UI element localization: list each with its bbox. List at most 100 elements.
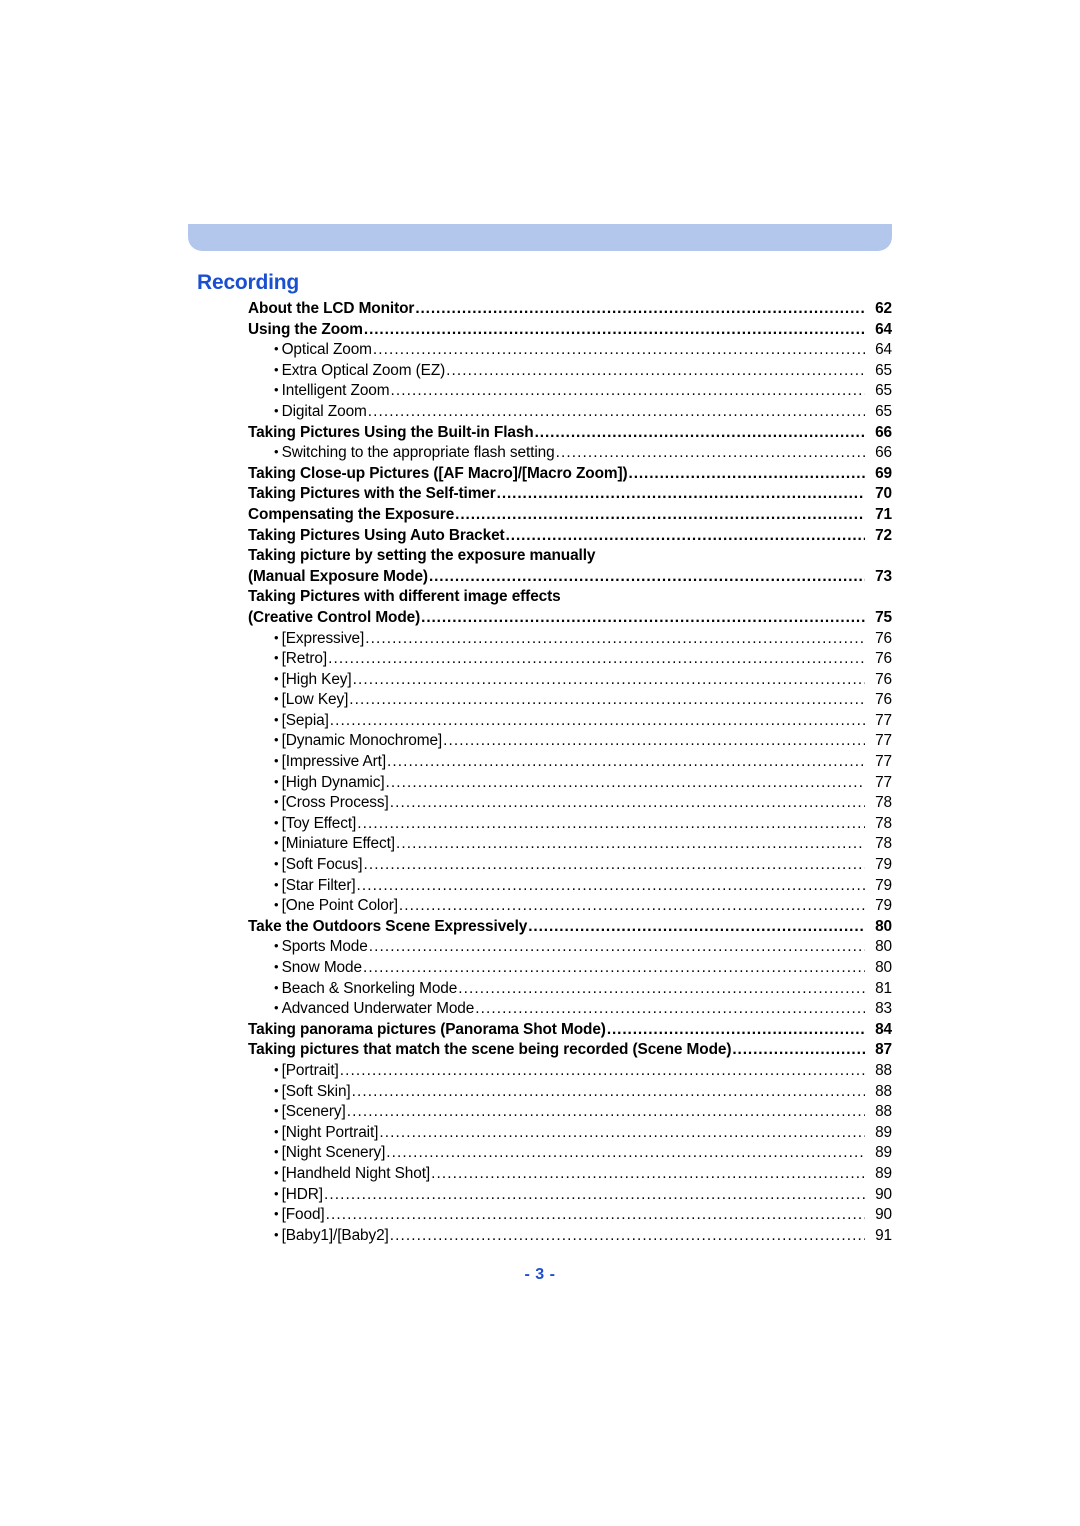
toc-entry-chapter[interactable]: Taking Pictures with the Self-timer.....… [248, 485, 892, 506]
bullet-icon: • [274, 959, 279, 974]
page-title: Recording [197, 271, 300, 294]
toc-dot-leader: ........................................… [357, 814, 865, 832]
toc-dot-leader: ........................................… [415, 300, 865, 317]
toc-entry-topic[interactable]: • [Night Portrait].......................… [274, 1124, 892, 1145]
toc-entry-topic[interactable]: • [Food].................................… [274, 1206, 892, 1227]
toc-entry-page-number: 80 [875, 917, 892, 935]
toc-entry-label: [High Key] [281, 670, 352, 688]
toc-entry-label: Intelligent Zoom [281, 382, 390, 400]
toc-dot-leader: ........................................… [606, 1020, 865, 1038]
toc-entry-label: [Impressive Art] [281, 753, 387, 771]
toc-dot-leader: ........................................… [362, 959, 865, 976]
toc-entry-label: Taking Pictures with the Self-timer [248, 485, 496, 503]
toc-entry-topic[interactable]: • Extra Optical Zoom (EZ)................… [274, 362, 892, 383]
toc-dot-leader: ........................................… [329, 711, 865, 729]
toc-entry-topic[interactable]: • [Toy Effect]...........................… [274, 815, 892, 836]
toc-dot-leader: ........................................… [387, 753, 865, 771]
toc-entry-chapter[interactable]: Taking Pictures with different image eff… [248, 588, 892, 609]
toc-entry-chapter[interactable]: Take the Outdoors Scene Expressively....… [248, 918, 892, 939]
bullet-icon: • [274, 897, 279, 913]
toc-entry-topic[interactable]: • Beach & Snorkeling Mode................… [274, 980, 892, 1001]
bullet-icon: • [274, 1164, 279, 1180]
toc-entry-topic[interactable]: • [Impressive Art].......................… [274, 753, 892, 774]
bullet-icon: • [274, 341, 279, 357]
toc-entry-topic[interactable]: • [One Point Color]......................… [274, 897, 892, 918]
toc-dot-leader: ........................................… [325, 1206, 865, 1224]
toc-dot-leader: ........................................… [356, 876, 865, 894]
toc-entry-topic[interactable]: • Digital Zoom...........................… [274, 403, 892, 424]
toc-entry-topic[interactable]: • Advanced Underwater Mode...............… [274, 1000, 892, 1021]
toc-entry-page-number: 77 [875, 753, 892, 771]
toc-entry-topic[interactable]: • Sports Mode............................… [274, 938, 892, 959]
toc-entry-label: [Retro] [281, 650, 328, 668]
toc-entry-topic[interactable]: • [Star Filter]..........................… [274, 877, 892, 898]
toc-entry-label: [Star Filter] [281, 876, 356, 894]
toc-dot-leader: ........................................… [323, 1185, 865, 1203]
toc-entry-page-number: 65 [875, 402, 892, 420]
toc-entry-chapter[interactable]: Taking picture by setting the exposure m… [248, 547, 892, 568]
toc-dot-leader: ........................................… [446, 361, 865, 379]
toc-entry-label: [Dynamic Monochrome] [281, 732, 443, 750]
toc-entry-chapter[interactable]: Using the Zoom..........................… [248, 321, 892, 342]
toc-entry-label: Taking Pictures with different image eff… [248, 588, 561, 606]
bullet-icon: • [274, 856, 279, 872]
toc-entry-chapter[interactable]: Taking Close-up Pictures ([AF Macro]/[Ma… [248, 465, 892, 486]
toc-dot-leader: ........................................… [455, 505, 865, 523]
toc-entry-page-number: 65 [875, 361, 892, 379]
toc-dot-leader: ........................................… [363, 320, 865, 338]
toc-entry-topic[interactable]: • Intelligent Zoom.......................… [274, 382, 892, 403]
toc-entry-label: Taking pictures that match the scene bei… [248, 1041, 732, 1059]
bullet-icon: • [274, 1082, 279, 1098]
toc-entry-topic[interactable]: • [Expressive]...........................… [274, 630, 892, 651]
toc-entry-label: Using the Zoom [248, 320, 363, 338]
toc-entry-chapter[interactable]: Taking pictures that match the scene bei… [248, 1041, 892, 1062]
toc-entry-topic[interactable]: • [Portrait].............................… [274, 1062, 892, 1083]
toc-entry-topic[interactable]: • [Sepia]................................… [274, 712, 892, 733]
toc-entry-topic[interactable]: • [Handheld Night Shot]..................… [274, 1165, 892, 1186]
toc-entry-topic[interactable]: • [Cross Process]........................… [274, 794, 892, 815]
toc-entry-label: [Soft Skin] [281, 1082, 351, 1100]
toc-entry-chapter[interactable]: (Manual Exposure Mode)..................… [248, 568, 892, 589]
toc-entry-page-number: 78 [875, 814, 892, 832]
toc-entry-topic[interactable]: • [HDR]..................................… [274, 1186, 892, 1207]
toc-entry-chapter[interactable]: Taking Pictures Using the Built-in Flash… [248, 424, 892, 445]
toc-entry-label: [Night Portrait] [281, 1123, 379, 1141]
toc-entry-chapter[interactable]: Taking Pictures Using Auto Bracket......… [248, 527, 892, 548]
bullet-icon: • [274, 670, 279, 686]
toc-entry-topic[interactable]: • [Retro]................................… [274, 650, 892, 671]
toc-entry-chapter[interactable]: (Creative Control Mode).................… [248, 609, 892, 630]
toc-entry-topic[interactable]: • [Baby1]/[Baby2]........................… [274, 1227, 892, 1248]
toc-entry-page-number: 76 [875, 691, 892, 709]
toc-entry-label: About the LCD Monitor [248, 300, 415, 317]
toc-entry-page-number: 88 [875, 1103, 892, 1121]
toc-entry-topic[interactable]: • Snow Mode..............................… [274, 959, 892, 980]
toc-entry-chapter[interactable]: Taking panorama pictures (Panorama Shot … [248, 1021, 892, 1042]
toc-entry-topic[interactable]: • [Dynamic Monochrome]...................… [274, 732, 892, 753]
toc-entry-topic[interactable]: • Switching to the appropriate flash sett… [274, 444, 892, 465]
toc-entry-label: [High Dynamic] [281, 773, 385, 791]
toc-entry-topic[interactable]: • [High Dynamic].........................… [274, 774, 892, 795]
toc-entry-topic[interactable]: • [Scenery]..............................… [274, 1103, 892, 1124]
toc-entry-label: [One Point Color] [281, 897, 398, 915]
toc-entry-topic[interactable]: • [Low Key]..............................… [274, 691, 892, 712]
toc-entry-chapter[interactable]: Compensating the Exposure...............… [248, 506, 892, 527]
toc-dot-leader: ........................................… [428, 567, 865, 585]
toc-entry-label: [Low Key] [281, 691, 349, 709]
toc-entry-topic[interactable]: • [Miniature Effect].....................… [274, 835, 892, 856]
bullet-icon: • [274, 814, 279, 830]
toc-dot-leader: ........................................… [475, 1000, 865, 1018]
toc-entry-topic[interactable]: • [High Key].............................… [274, 671, 892, 692]
toc-entry-page-number: 76 [875, 670, 892, 688]
toc-dot-leader: ........................................… [328, 650, 865, 668]
toc-entry-topic[interactable]: • [Night Scenery]........................… [274, 1144, 892, 1165]
table-of-contents: About the LCD Monitor...................… [248, 300, 892, 1247]
toc-entry-label: [Baby1]/[Baby2] [281, 1226, 389, 1244]
toc-entry-label: Snow Mode [281, 959, 362, 976]
toc-dot-leader: ........................................… [528, 917, 865, 935]
toc-entry-topic[interactable]: • [Soft Skin]............................… [274, 1083, 892, 1104]
toc-entry-topic[interactable]: • Optical Zoom...........................… [274, 341, 892, 362]
toc-entry-chapter[interactable]: About the LCD Monitor...................… [248, 300, 892, 321]
toc-entry-label: [Miniature Effect] [281, 835, 396, 853]
header-decorative-band [188, 224, 892, 251]
toc-entry-topic[interactable]: • [Soft Focus]...........................… [274, 856, 892, 877]
